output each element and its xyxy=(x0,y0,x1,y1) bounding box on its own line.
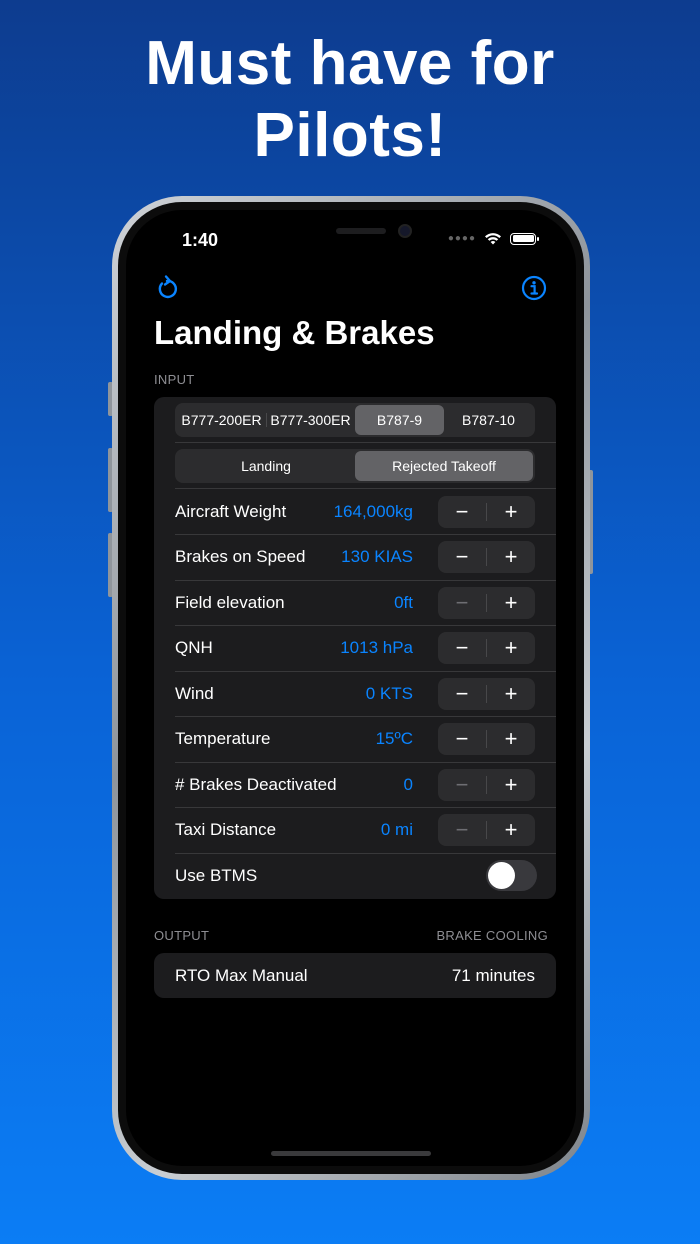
input-row: Brakes on Speed 130 KIAS − + xyxy=(154,535,556,580)
increment-button[interactable]: + xyxy=(487,814,535,846)
phone-screen: 1:40 ●●●● Landing & Brakes INPUT B777-20… xyxy=(126,210,576,1166)
increment-button[interactable]: + xyxy=(487,678,535,710)
phone-frame: 1:40 ●●●● Landing & Brakes INPUT B777-20… xyxy=(112,196,590,1180)
input-row-value: 0 xyxy=(403,774,413,794)
segment-rejected-takeoff[interactable]: Rejected Takeoff xyxy=(355,451,533,481)
value-stepper: − + xyxy=(438,495,535,528)
value-stepper: − + xyxy=(438,768,535,801)
increment-button[interactable]: + xyxy=(487,723,535,755)
decrement-button[interactable]: − xyxy=(438,496,486,528)
home-indicator[interactable] xyxy=(271,1151,431,1156)
value-stepper: − + xyxy=(438,677,535,710)
input-row-value: 130 KIAS xyxy=(341,547,413,566)
promo-headline: Must have for Pilots! xyxy=(0,28,700,172)
value-stepper: − + xyxy=(438,541,535,573)
input-row-label: # Brakes Deactivated xyxy=(175,774,337,794)
input-row-label: Temperature xyxy=(175,729,271,748)
row-divider xyxy=(175,442,556,443)
decrement-button[interactable]: − xyxy=(438,678,486,710)
brake-cooling-value: 71 minutes xyxy=(451,966,535,985)
status-icons: ●●●● xyxy=(447,232,539,245)
input-row-value: 0ft xyxy=(394,592,413,612)
input-row-value: 164,000kg xyxy=(333,501,413,521)
btms-label: Use BTMS xyxy=(175,865,258,885)
increment-button[interactable]: + xyxy=(487,769,535,801)
status-time: 1:40 xyxy=(182,230,219,250)
brake-cooling-header: BRAKE COOLING xyxy=(436,928,548,943)
signal-dots-icon: ●●●● xyxy=(447,233,476,244)
decrement-button[interactable]: − xyxy=(438,723,486,755)
input-row-label: Taxi Distance xyxy=(175,820,277,839)
input-row-value: 1013 hPa xyxy=(340,638,413,657)
input-row: # Brakes Deactivated 0 − + xyxy=(154,762,556,807)
value-stepper: − + xyxy=(438,586,535,619)
speaker xyxy=(336,228,386,234)
decrement-button[interactable]: − xyxy=(438,541,486,573)
battery-icon xyxy=(510,232,539,245)
segment-b777-300er[interactable]: B777-300ER xyxy=(266,405,355,435)
input-row-value: 15ºC xyxy=(375,729,413,748)
value-stepper: − + xyxy=(438,814,535,846)
info-icon[interactable] xyxy=(520,274,548,302)
btms-row: Use BTMS xyxy=(154,853,556,898)
input-row: Wind 0 KTS − + xyxy=(154,671,556,716)
rto-max-manual-label: RTO Max Manual xyxy=(175,966,308,985)
promo-headline-line1: Must have for xyxy=(145,29,555,98)
value-stepper: − + xyxy=(438,632,535,664)
input-card: B777-200ER B777-300ER B787-9 B787-10 Lan… xyxy=(154,397,556,899)
segment-b777-200er[interactable]: B777-200ER xyxy=(177,405,266,435)
output-card: RTO Max Manual 71 minutes xyxy=(154,953,556,998)
decrement-button[interactable]: − xyxy=(438,769,486,801)
input-row-value: 0 KTS xyxy=(365,683,413,703)
input-row: Taxi Distance 0 mi − + xyxy=(154,808,556,853)
page-title: Landing & Brakes xyxy=(154,314,435,351)
wifi-icon xyxy=(485,233,501,245)
input-row: Temperature 15ºC − + xyxy=(154,717,556,762)
input-row-value: 0 mi xyxy=(380,820,413,839)
value-stepper: − + xyxy=(438,723,535,755)
toggle-knob xyxy=(488,862,515,889)
input-row-label: Brakes on Speed xyxy=(175,547,306,566)
segment-landing[interactable]: Landing xyxy=(177,451,355,481)
segment-b787-10[interactable]: B787-10 xyxy=(444,405,533,435)
promo-headline-line2: Pilots! xyxy=(253,101,447,170)
btms-toggle[interactable] xyxy=(486,860,537,891)
input-row-label: Field elevation xyxy=(175,592,285,612)
decrement-button[interactable]: − xyxy=(438,814,486,846)
aircraft-segmented-control: B777-200ER B777-300ER B787-9 B787-10 xyxy=(175,403,535,437)
input-row-label: QNH xyxy=(175,638,213,657)
output-section-header: OUTPUT xyxy=(154,928,210,943)
increment-button[interactable]: + xyxy=(487,632,535,664)
decrement-button[interactable]: − xyxy=(438,632,486,664)
refresh-back-icon[interactable] xyxy=(153,274,181,302)
front-camera xyxy=(398,224,412,238)
input-row: QNH 1013 hPa − + xyxy=(154,626,556,671)
decrement-button[interactable]: − xyxy=(438,587,486,619)
input-row-label: Wind xyxy=(175,683,214,703)
increment-button[interactable]: + xyxy=(487,587,535,619)
phone-bezel: 1:40 ●●●● Landing & Brakes INPUT B777-20… xyxy=(118,202,584,1174)
notch xyxy=(251,210,451,240)
segment-b787-9[interactable]: B787-9 xyxy=(355,405,444,435)
input-section-header: INPUT xyxy=(154,372,195,387)
input-row-label: Aircraft Weight xyxy=(175,501,287,521)
increment-button[interactable]: + xyxy=(487,496,535,528)
mode-segmented-control: Landing Rejected Takeoff xyxy=(175,449,535,483)
increment-button[interactable]: + xyxy=(487,541,535,573)
input-row: Field elevation 0ft − + xyxy=(154,580,556,625)
input-row: Aircraft Weight 164,000kg − + xyxy=(154,489,556,534)
